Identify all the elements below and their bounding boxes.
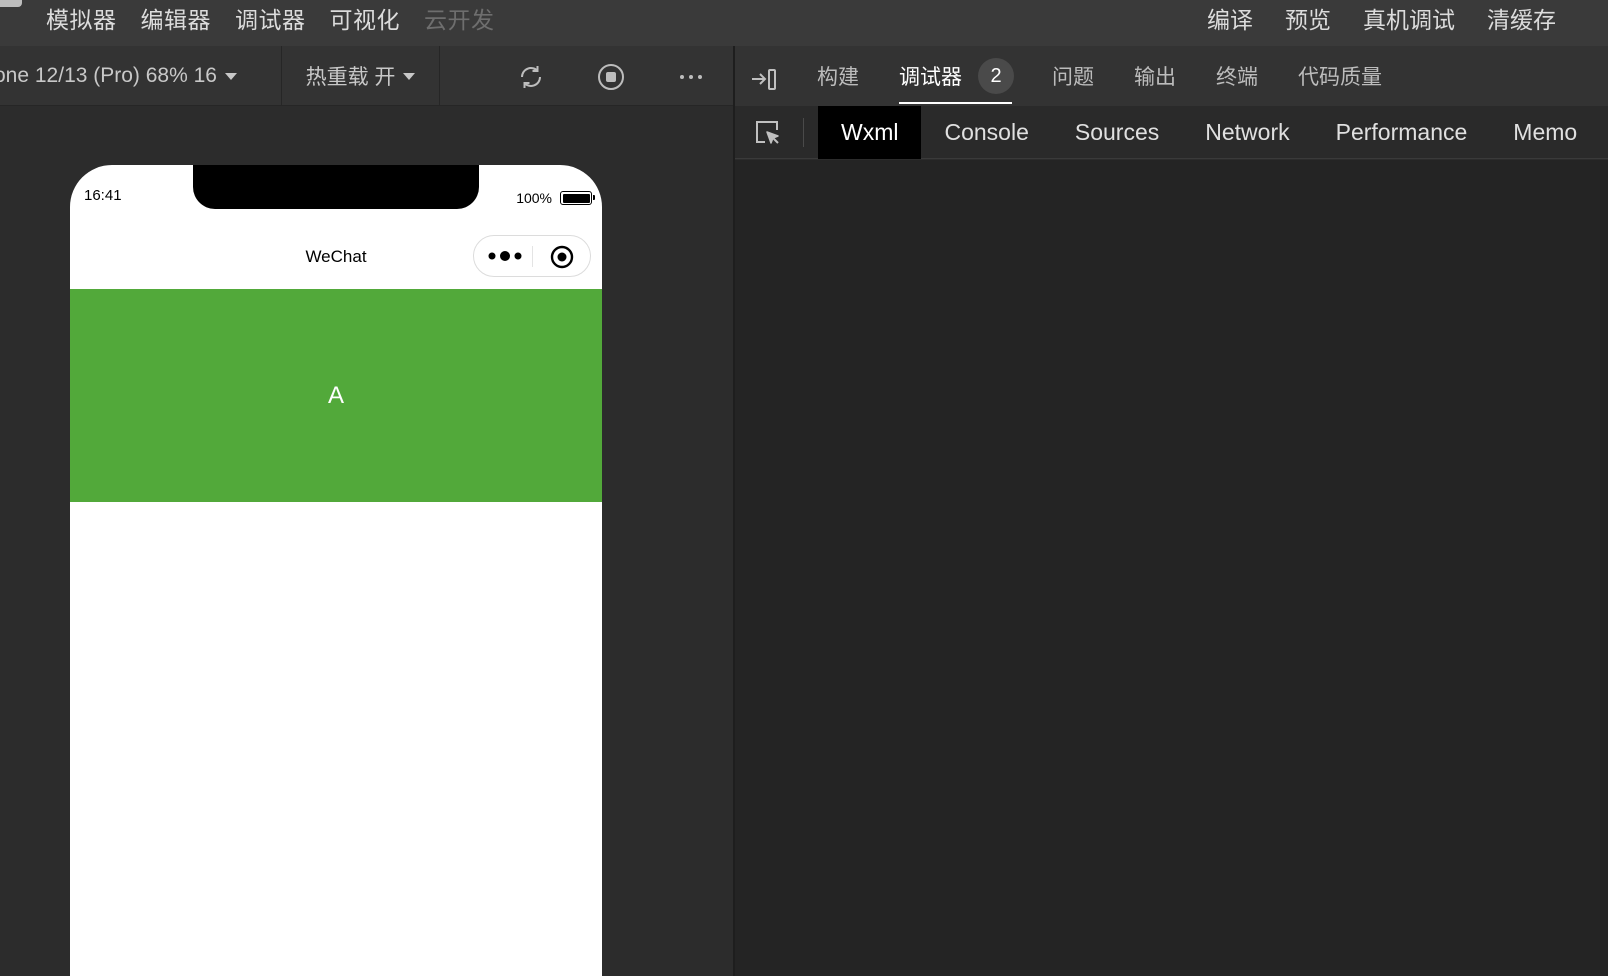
menu-bar: 模拟器 编辑器 调试器 可视化 云开发 编译 预览 真机调试 清缓存: [0, 0, 1608, 46]
subtab-memory[interactable]: Memo: [1490, 106, 1600, 159]
tab-debugger[interactable]: 调试器 2: [899, 46, 1014, 106]
menu-editor[interactable]: 编辑器: [141, 1, 212, 35]
preview-button[interactable]: 预览: [1285, 1, 1331, 35]
tab-code-quality-label: 代码质量: [1298, 66, 1382, 89]
chevron-down-icon: [403, 72, 416, 80]
menu-visualize[interactable]: 可视化: [330, 1, 401, 35]
subtab-performance[interactable]: Performance: [1313, 106, 1491, 159]
subtab-wxml[interactable]: Wxml: [818, 106, 922, 159]
hot-reload-label: 热重载 开: [305, 66, 396, 89]
content-block: A: [70, 289, 602, 502]
devtools-subtabs-bar: Wxml Console Sources Network Performance…: [735, 106, 1608, 159]
simulator-area: 16:41 100% WeChat A: [0, 107, 733, 976]
hot-reload-toggle[interactable]: 热重载 开: [282, 46, 440, 106]
tab-issues[interactable]: 问题: [1052, 46, 1094, 106]
menu-left-group: 模拟器 编辑器 调试器 可视化 云开发: [46, 0, 519, 36]
stop-icon[interactable]: [596, 62, 626, 92]
content-block-text: A: [327, 381, 344, 409]
status-time: 16:41: [84, 187, 122, 204]
tab-build[interactable]: 构建: [817, 46, 859, 106]
devtools-top-bar: 构建 调试器 2 问题 输出 终端 代码质量: [735, 46, 1608, 106]
simulator-toolbar: one 12/13 (Pro) 68% 16 热重载 开: [0, 46, 733, 106]
tab-code-quality[interactable]: 代码质量: [1298, 46, 1382, 106]
menu-debugger[interactable]: 调试器: [235, 1, 306, 35]
phone-notch: [193, 165, 479, 209]
inspect-element-icon[interactable]: [753, 118, 783, 148]
menu-simulator[interactable]: 模拟器: [46, 1, 117, 35]
battery-icon: [560, 191, 595, 205]
mini-program-capsule: [473, 235, 591, 277]
debugger-count-badge: 2: [978, 58, 1014, 94]
chevron-down-icon: [224, 72, 237, 80]
subtab-sources[interactable]: Sources: [1052, 106, 1182, 159]
tab-terminal[interactable]: 终端: [1216, 46, 1258, 106]
refresh-icon[interactable]: [516, 62, 546, 92]
real-device-debug-button[interactable]: 真机调试: [1363, 1, 1455, 35]
menu-cloud-dev[interactable]: 云开发: [424, 1, 495, 35]
devtools-subtabs: Wxml Console Sources Network Performance…: [818, 106, 1600, 159]
devtools-panel-body: [735, 160, 1608, 976]
capsule-close-icon[interactable]: [550, 245, 574, 269]
window-corner: [0, 0, 22, 7]
tab-terminal-label: 终端: [1216, 66, 1258, 89]
subtabs-divider: [803, 118, 804, 147]
compile-button[interactable]: 编译: [1207, 1, 1253, 35]
tab-debugger-label: 调试器: [899, 66, 962, 89]
tab-issues-label: 问题: [1052, 66, 1094, 89]
tab-output[interactable]: 输出: [1134, 46, 1176, 106]
device-select-label: one 12/13 (Pro) 68% 16: [0, 64, 217, 87]
capsule-divider: [532, 246, 533, 267]
subtab-console[interactable]: Console: [921, 106, 1051, 159]
clear-cache-button[interactable]: 清缓存: [1487, 1, 1556, 35]
phone-screen: 16:41 100% WeChat A: [70, 165, 602, 976]
subtab-network[interactable]: Network: [1182, 106, 1312, 159]
battery-percent: 100%: [516, 190, 552, 206]
tab-build-label: 构建: [817, 66, 859, 89]
capsule-more-icon[interactable]: [488, 249, 522, 263]
more-icon[interactable]: [676, 62, 706, 92]
tab-output-label: 输出: [1134, 66, 1176, 89]
device-select[interactable]: one 12/13 (Pro) 68% 16: [0, 46, 282, 106]
menu-right-group: 编译 预览 真机调试 清缓存: [1175, 0, 1556, 36]
devtools-tabs: 构建 调试器 2 问题 输出 终端 代码质量: [817, 46, 1422, 106]
dock-toggle-icon[interactable]: [750, 66, 778, 92]
